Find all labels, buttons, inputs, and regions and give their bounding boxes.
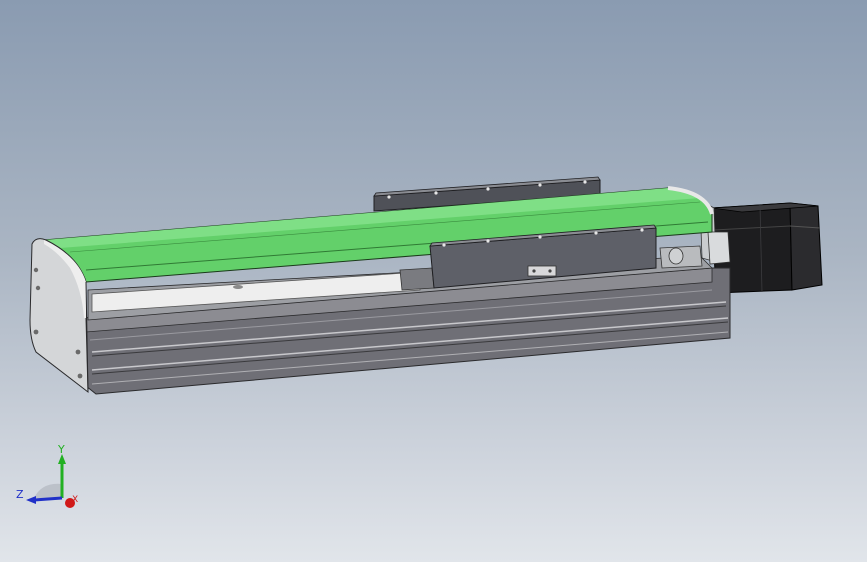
x-axis-label: X [72,495,78,505]
z-axis-label: Z [16,488,24,501]
y-axis-label: Y [57,443,65,456]
view-orientation-triad[interactable]: Y Z X [14,440,94,520]
z-axis-arrow [33,496,63,502]
triad-plane-shading [34,483,62,498]
3d-viewport[interactable]: Y Z X [0,0,867,562]
z-axis-arrowhead [26,496,36,504]
linear-actuator-model[interactable] [0,0,867,562]
